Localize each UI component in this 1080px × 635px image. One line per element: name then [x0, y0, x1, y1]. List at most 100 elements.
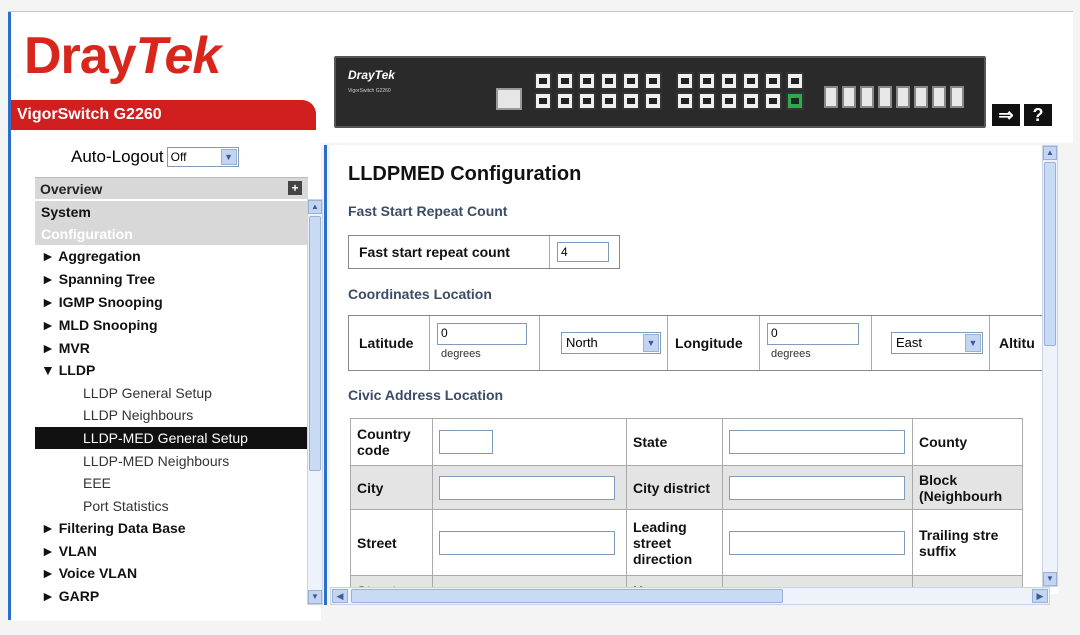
menu-item-igmp-snooping[interactable]: ► IGMP Snooping	[35, 291, 308, 313]
menu-item-vlan[interactable]: ► VLAN	[35, 540, 308, 562]
help-button[interactable]: ?	[1024, 104, 1052, 126]
main-horizontal-scrollbar[interactable]: ◀ ▶	[330, 587, 1050, 605]
pane-divider[interactable]	[324, 145, 327, 605]
menu-item-lldp-med-general-setup[interactable]: LLDP-MED General Setup	[35, 427, 308, 449]
port-icon[interactable]	[556, 92, 574, 110]
port-icon[interactable]	[720, 92, 738, 110]
sidebar-scrollbar[interactable]: ▲ ▼	[307, 199, 323, 605]
port-icon[interactable]	[676, 72, 694, 90]
menu-item-mld-snooping[interactable]: ► MLD Snooping	[35, 314, 308, 336]
scroll-down-icon[interactable]: ▼	[1043, 572, 1057, 586]
sfp-port-icon[interactable]	[950, 86, 964, 108]
brand-logo-dray: Dray	[24, 27, 137, 85]
chevron-down-icon[interactable]: ▼	[965, 334, 981, 352]
sfp-port-icon[interactable]	[932, 86, 946, 108]
port-group-1b[interactable]	[534, 92, 662, 138]
menu-item-lldp-med-neighbours[interactable]: LLDP-MED Neighbours	[35, 450, 308, 472]
fast-start-input[interactable]: 4	[557, 242, 609, 262]
scroll-left-icon[interactable]: ◀	[332, 589, 348, 603]
city-label: City	[350, 465, 433, 510]
fast-start-table: Fast start repeat count 4	[348, 235, 620, 269]
city-input[interactable]	[439, 475, 615, 500]
city-district-input[interactable]	[729, 475, 905, 500]
menu-item-eee[interactable]: EEE	[35, 472, 308, 494]
port-icon[interactable]	[600, 92, 618, 110]
country-code-input[interactable]	[439, 430, 493, 454]
scroll-up-icon[interactable]: ▲	[308, 200, 322, 214]
port-icon[interactable]	[764, 92, 782, 110]
menu-item-lldp-general-setup[interactable]: LLDP General Setup	[35, 382, 308, 404]
sidebar-scroll-thumb[interactable]	[309, 216, 321, 471]
scroll-up-icon[interactable]: ▲	[1043, 146, 1057, 160]
state-input[interactable]	[729, 430, 905, 454]
port-icon[interactable]	[578, 92, 596, 110]
expand-plus-icon[interactable]: +	[288, 181, 302, 195]
port-icon[interactable]	[622, 72, 640, 90]
main-hscroll-thumb[interactable]	[351, 589, 783, 603]
menu-item-spanning-tree[interactable]: ► Spanning Tree	[35, 268, 308, 290]
page-title: LLDPMED Configuration	[348, 163, 582, 185]
leading-street-direction-input[interactable]	[729, 530, 905, 555]
port-icon[interactable]	[742, 72, 760, 90]
sfp-port-icon[interactable]	[842, 86, 856, 108]
port-icon[interactable]	[644, 72, 662, 90]
port-icon[interactable]	[600, 72, 618, 90]
menu-item-filtering-data-base[interactable]: ► Filtering Data Base	[35, 517, 308, 539]
menu-item-garp[interactable]: ► GARP	[35, 585, 308, 607]
port-icon[interactable]	[556, 72, 574, 90]
county-label: County	[912, 418, 1023, 466]
menu-item-mvr[interactable]: ► MVR	[35, 337, 308, 359]
header-actions: ⇒ ?	[992, 104, 1052, 126]
port-icon[interactable]	[698, 92, 716, 110]
port-icon[interactable]	[622, 92, 640, 110]
menu-item-lldp[interactable]: ▼ LLDP	[35, 359, 308, 381]
app-window: DrayTek VigorSwitch G2260 DrayTek VigorS…	[0, 0, 1080, 635]
sfp-port-icon[interactable]	[914, 86, 928, 108]
chevron-down-icon[interactable]: ▼	[220, 149, 237, 165]
sfp-port-icon[interactable]	[896, 86, 910, 108]
cell-divider	[759, 316, 760, 370]
logout-arrow-icon[interactable]: ⇒	[992, 104, 1020, 126]
port-icon[interactable]	[676, 92, 694, 110]
sfp-port-icon[interactable]	[824, 86, 838, 108]
scroll-right-icon[interactable]: ▶	[1032, 589, 1048, 603]
cell-divider	[989, 316, 990, 370]
scroll-down-icon[interactable]: ▼	[308, 590, 322, 604]
menu-item-lldp-neighbours[interactable]: LLDP Neighbours	[35, 404, 308, 426]
port-icon[interactable]	[742, 92, 760, 110]
street-input[interactable]	[439, 530, 615, 555]
fast-start-section-title: Fast Start Repeat Count	[348, 203, 508, 219]
port-icon[interactable]	[764, 72, 782, 90]
port-active-icon[interactable]	[786, 92, 804, 110]
main-scrollbar[interactable]: ▲ ▼	[1042, 145, 1058, 587]
autologout-select-value: Off	[170, 150, 187, 164]
sfp-port-icon[interactable]	[860, 86, 874, 108]
autologout-select[interactable]: Off ▼	[166, 147, 239, 167]
port-group-2b[interactable]	[676, 92, 804, 138]
port-icon[interactable]	[644, 92, 662, 110]
menu-configuration[interactable]: Configuration	[35, 223, 308, 245]
port-icon[interactable]	[534, 72, 552, 90]
menu-overview[interactable]: Overview +	[35, 177, 308, 199]
city-district-label: City district	[626, 465, 723, 510]
port-icon[interactable]	[578, 72, 596, 90]
latitude-direction-select[interactable]: North ▼	[561, 332, 661, 354]
menu-item-port-statistics[interactable]: Port Statistics	[35, 495, 308, 517]
sfp-port-icon[interactable]	[878, 86, 892, 108]
main-scroll-thumb[interactable]	[1044, 162, 1056, 346]
console-port-icon	[496, 88, 522, 110]
port-icon[interactable]	[698, 72, 716, 90]
menu-item-aggregation[interactable]: ► Aggregation	[35, 245, 308, 267]
latitude-input[interactable]: 0	[437, 323, 527, 345]
menu-item-voice-vlan[interactable]: ► Voice VLAN	[35, 562, 308, 584]
port-icon[interactable]	[786, 72, 804, 90]
longitude-input[interactable]: 0	[767, 323, 859, 345]
menu-system[interactable]: System	[35, 201, 308, 223]
chevron-down-icon[interactable]: ▼	[643, 334, 659, 352]
longitude-direction-value: East	[896, 335, 923, 350]
port-icon[interactable]	[720, 72, 738, 90]
latitude-unit: degrees	[441, 348, 481, 360]
longitude-direction-select[interactable]: East ▼	[891, 332, 983, 354]
port-icon[interactable]	[534, 92, 552, 110]
sfp-group[interactable]	[824, 86, 964, 108]
